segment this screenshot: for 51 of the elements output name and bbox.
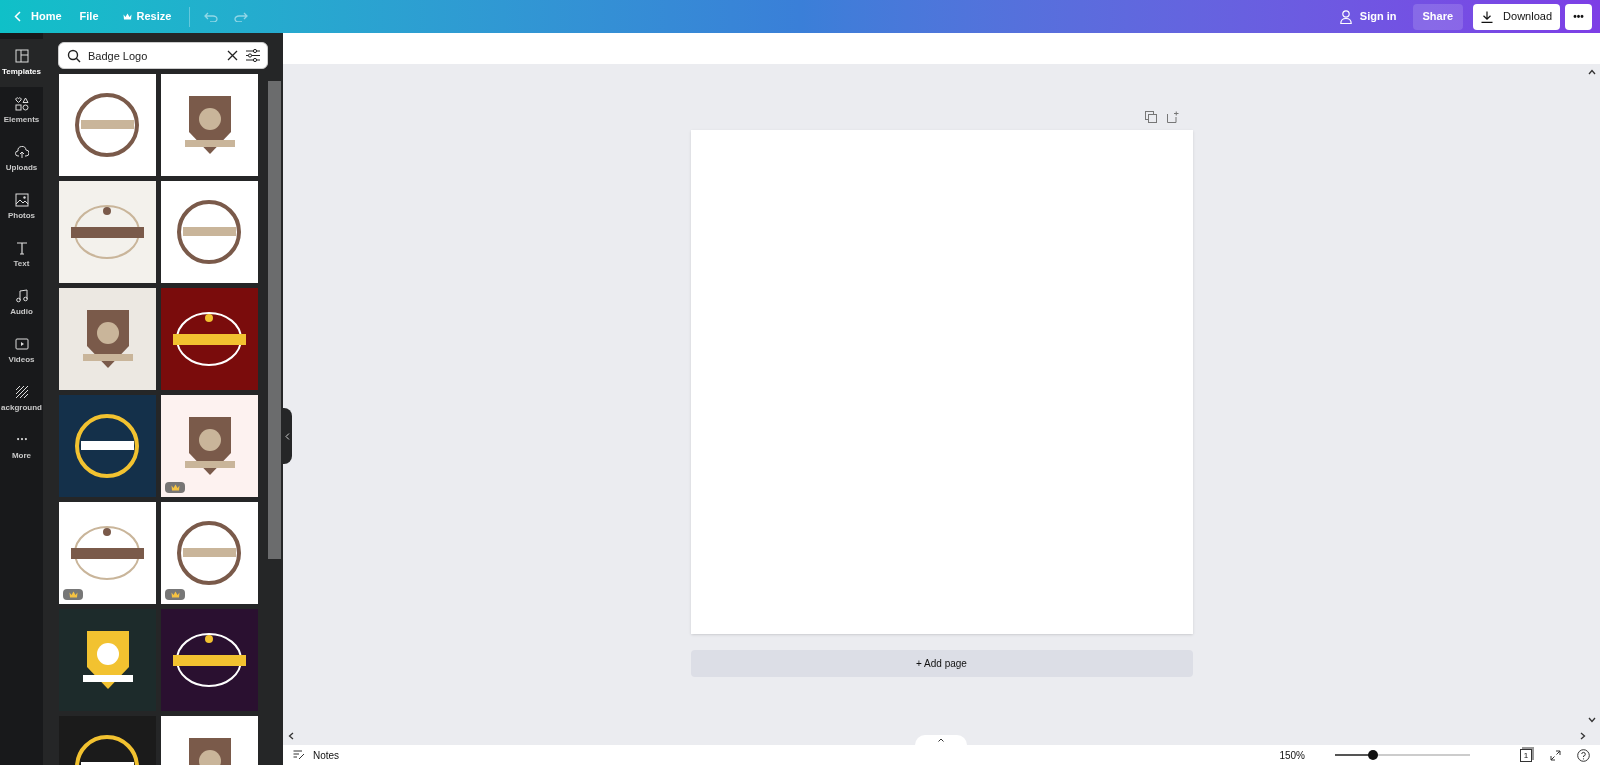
collapse-handle[interactable]: [282, 408, 292, 464]
filter-icon[interactable]: [246, 49, 260, 62]
add-page-button[interactable]: + Add page: [690, 650, 1193, 677]
help-icon[interactable]: [1577, 748, 1590, 762]
chevron-left-icon: [284, 432, 290, 440]
slider-thumb[interactable]: [1367, 750, 1378, 760]
sidebar-tab[interactable]: Elements: [0, 87, 43, 135]
sidebar-tab[interactable]: ackground: [0, 375, 43, 423]
video-icon: [14, 336, 29, 351]
shapes-icon: [14, 96, 29, 111]
crown-icon: [170, 484, 180, 491]
scrollbar-thumb[interactable]: [268, 81, 281, 559]
chevron-up-icon: [938, 738, 944, 742]
add-page-icon[interactable]: [1166, 111, 1179, 123]
notes-icon: [293, 750, 305, 760]
chevron-right-icon[interactable]: [1580, 732, 1586, 740]
share-button[interactable]: Share: [1412, 3, 1464, 30]
pages-toggle[interactable]: [915, 735, 967, 745]
sidebar-tab[interactable]: Audio: [0, 279, 43, 327]
duplicate-page-icon[interactable]: [1144, 111, 1157, 123]
music-note-icon: [14, 288, 29, 303]
text-icon: [14, 240, 29, 255]
download-button[interactable]: Download: [1473, 3, 1560, 30]
fullscreen-icon[interactable]: [1550, 749, 1561, 761]
zoom-percentage: 150%: [1279, 748, 1305, 763]
chevron-left-icon[interactable]: [288, 732, 294, 740]
notes-button[interactable]: Notes: [293, 747, 340, 763]
crown-icon: [68, 591, 78, 598]
sidebar-tab[interactable]: Uploads: [0, 135, 43, 183]
search-icon: [67, 49, 81, 63]
cloud-upload-icon: [14, 144, 29, 159]
more-icon: [16, 438, 27, 441]
crown-icon: [170, 591, 180, 598]
sidebar-tab[interactable]: Videos: [0, 327, 43, 375]
more-button[interactable]: •••: [1565, 3, 1592, 30]
person-icon: [1339, 9, 1352, 24]
image-icon: [14, 192, 29, 207]
chevron-left-icon: [14, 11, 21, 22]
hatch-pattern-icon: [14, 384, 29, 399]
sidebar-tab[interactable]: More: [0, 423, 43, 471]
download-icon: [1481, 10, 1494, 23]
layout-icon: [14, 48, 29, 63]
page-count-button[interactable]: 1: [1520, 748, 1532, 762]
sidebar-tab[interactable]: Templates: [0, 39, 43, 87]
close-icon[interactable]: [227, 50, 238, 61]
sidebar-tab[interactable]: Text: [0, 231, 43, 279]
search-field[interactable]: Badge Logo: [58, 42, 268, 69]
chevron-up-icon[interactable]: [1588, 69, 1596, 75]
sidebar-tab[interactable]: Photos: [0, 183, 43, 231]
sign-in-button[interactable]: Sign in: [1329, 3, 1407, 30]
chevron-down-icon[interactable]: [1588, 717, 1596, 723]
